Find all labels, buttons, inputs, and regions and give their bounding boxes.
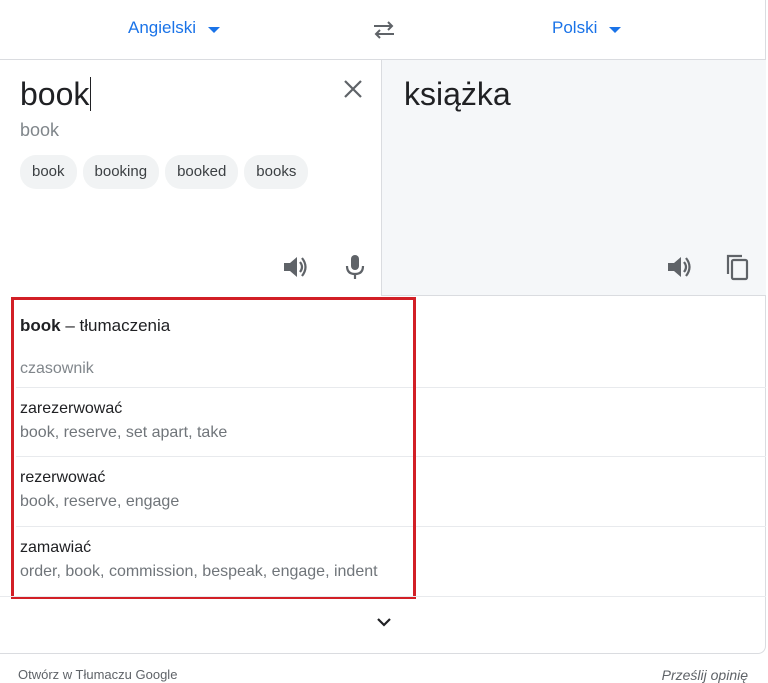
target-language-selector[interactable]: Polski: [552, 18, 622, 38]
source-language-label: Angielski: [128, 18, 197, 37]
divider: [16, 387, 766, 388]
text-cursor: [90, 77, 92, 111]
dictionary-entry[interactable]: zarezerwować book, reserve, set apart, t…: [20, 400, 227, 442]
divider: [0, 596, 766, 597]
suggestion-chip[interactable]: books: [244, 155, 309, 189]
microphone-icon: [345, 255, 365, 279]
dictionary-heading: book – tłumaczenia: [20, 316, 170, 336]
close-icon: [344, 80, 362, 98]
dictionary-word: book: [20, 316, 61, 335]
entry-word: zarezerwować: [20, 400, 123, 417]
show-more-button[interactable]: [374, 612, 394, 632]
dictionary-heading-suffix: – tłumaczenia: [60, 316, 171, 335]
dictionary-entry[interactable]: rezerwować book, reserve, engage: [20, 469, 179, 511]
open-in-translate-link[interactable]: Otwórz w Tłumaczu Google: [18, 667, 177, 682]
target-language-label: Polski: [552, 18, 598, 37]
chevron-down-icon: [377, 618, 391, 627]
suggestion-chip[interactable]: booked: [165, 155, 239, 189]
language-bar: Angielski Polski: [0, 0, 766, 60]
entry-synonyms: book, reserve, set apart, take: [20, 424, 228, 441]
source-text: book: [20, 76, 90, 112]
dictionary-entry[interactable]: zamawiać order, book, commission, bespea…: [20, 539, 378, 581]
entry-synonyms: book, reserve, engage: [20, 493, 180, 510]
copy-translation-button[interactable]: [722, 252, 752, 282]
speaker-icon: [284, 257, 307, 277]
chevron-down-icon: [208, 26, 221, 33]
suggestion-chip[interactable]: booking: [82, 155, 160, 189]
clear-text-button[interactable]: [342, 78, 364, 100]
divider: [16, 456, 766, 457]
voice-input-button[interactable]: [340, 252, 370, 282]
copy-icon: [726, 254, 749, 281]
target-listen-button[interactable]: [664, 252, 694, 282]
suggestion-chip[interactable]: book: [20, 155, 77, 189]
swap-arrows-icon: [374, 21, 394, 39]
chevron-down-icon: [609, 26, 622, 33]
divider: [16, 526, 766, 527]
transliteration: book: [20, 120, 60, 140]
speaker-icon: [668, 257, 691, 277]
source-listen-button[interactable]: [280, 252, 310, 282]
source-language-selector[interactable]: Angielski: [128, 18, 221, 38]
translation-output: książka: [404, 76, 511, 112]
part-of-speech: czasownik: [20, 360, 94, 377]
suggestion-chips: book booking booked books: [20, 155, 309, 189]
source-text-input[interactable]: book: [20, 76, 92, 112]
entry-word: zamawiać: [20, 539, 92, 556]
swap-languages-button[interactable]: [370, 18, 398, 42]
send-feedback-link[interactable]: Prześlij opinię: [662, 667, 748, 683]
entry-synonyms: order, book, commission, bespeak, engage…: [20, 563, 378, 580]
entry-word: rezerwować: [20, 469, 106, 486]
